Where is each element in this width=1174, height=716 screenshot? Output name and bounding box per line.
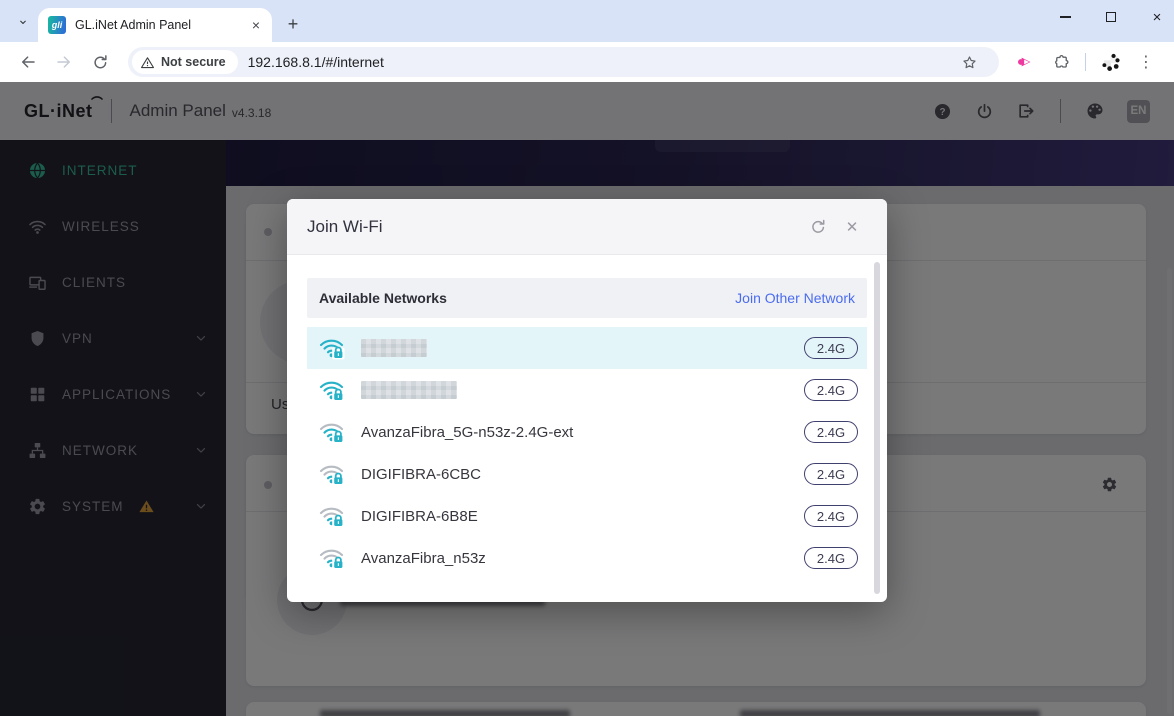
network-row[interactable]: AvanzaFibra_5G-n53z-2.4G-ext 2.4G <box>307 411 867 453</box>
reload-icon[interactable] <box>87 49 113 75</box>
network-row[interactable]: 2.4G <box>307 369 867 411</box>
band-badge: 2.4G <box>804 337 858 359</box>
network-row[interactable]: AvanzaFibra_n53z 2.4G <box>307 537 867 579</box>
favicon: gli <box>48 16 66 34</box>
browser-toolbar: Not secure 192.168.8.1/#/internet ⋮ <box>0 42 1174 82</box>
band-badge: 2.4G <box>804 421 858 443</box>
gl-inet-app: GL·iNet Admin Panel v4.3.18 ? <box>0 82 1174 716</box>
window-maximize-button[interactable] <box>1102 8 1120 26</box>
tab-search-chevron-icon[interactable]: ⌄ <box>10 6 36 32</box>
modal-header-actions: ✕ <box>809 218 861 236</box>
modal-header: Join Wi-Fi ✕ <box>287 199 887 255</box>
join-other-network-link[interactable]: Join Other Network <box>735 290 855 306</box>
extension-pink-icon[interactable] <box>1012 49 1038 75</box>
network-ssid: AvanzaFibra_n53z <box>361 550 486 567</box>
security-label: Not secure <box>161 55 226 69</box>
network-ssid: DIGIFIBRA-6B8E <box>361 508 478 525</box>
extension-dots-icon[interactable] <box>1097 49 1123 75</box>
modal-body: Available Networks Join Other Network 2.… <box>287 255 887 601</box>
band-badge: 2.4G <box>804 547 858 569</box>
band-badge: 2.4G <box>804 463 858 485</box>
network-ssid-redacted <box>361 381 457 399</box>
network-ssid-redacted <box>361 339 427 357</box>
network-ssid: DIGIFIBRA-6CBC <box>361 466 481 483</box>
available-networks-label: Available Networks <box>319 290 447 306</box>
refresh-icon[interactable] <box>809 218 827 236</box>
warning-triangle-icon <box>140 55 155 70</box>
screen: ⌄ gli GL.iNet Admin Panel × + × Not secu… <box>0 0 1174 716</box>
security-chip[interactable]: Not secure <box>132 50 238 74</box>
join-wifi-modal: Join Wi-Fi ✕ Available Networks Join Oth… <box>287 199 887 602</box>
wifi-lock-icon <box>319 420 345 444</box>
network-row[interactable]: DIGIFIBRA-6B8E 2.4G <box>307 495 867 537</box>
network-row[interactable]: 2.4G <box>307 327 867 369</box>
toolbar-divider <box>1085 53 1086 71</box>
wifi-lock-icon <box>319 546 345 570</box>
tab-close-icon[interactable]: × <box>248 17 264 33</box>
browser-tab[interactable]: gli GL.iNet Admin Panel × <box>38 8 272 42</box>
window-controls: × <box>1056 0 1166 34</box>
bookmark-star-icon[interactable] <box>956 49 982 75</box>
new-tab-button[interactable]: + <box>280 11 306 37</box>
minimize-icon <box>1060 16 1071 18</box>
network-ssid: AvanzaFibra_5G-n53z-2.4G-ext <box>361 424 573 441</box>
wifi-lock-icon <box>319 336 345 360</box>
network-list: 2.4G 2.4G AvanzaFibra_5G-n53z-2.4G-ext 2.4G… <box>307 327 867 579</box>
network-row[interactable]: DIGIFIBRA-6CBC 2.4G <box>307 453 867 495</box>
band-badge: 2.4G <box>804 505 858 527</box>
wifi-lock-icon <box>319 378 345 402</box>
browser-menu-kebab-icon[interactable]: ⋮ <box>1133 49 1159 75</box>
url-text: 192.168.8.1/#/internet <box>248 54 384 70</box>
forward-icon[interactable] <box>51 49 77 75</box>
close-icon[interactable]: ✕ <box>843 218 861 236</box>
modal-title: Join Wi-Fi <box>307 217 383 237</box>
window-minimize-button[interactable] <box>1056 8 1074 26</box>
available-networks-bar: Available Networks Join Other Network <box>307 278 867 318</box>
extensions-puzzle-icon[interactable] <box>1048 49 1074 75</box>
browser-tab-strip: ⌄ gli GL.iNet Admin Panel × + × <box>0 0 1174 42</box>
maximize-icon <box>1106 12 1116 22</box>
modal-scrollbar[interactable] <box>874 262 880 594</box>
wifi-lock-icon <box>319 462 345 486</box>
window-close-button[interactable]: × <box>1148 8 1166 26</box>
address-bar[interactable]: Not secure 192.168.8.1/#/internet <box>128 47 999 77</box>
wifi-lock-icon <box>319 504 345 528</box>
back-icon[interactable] <box>15 49 41 75</box>
band-badge: 2.4G <box>804 379 858 401</box>
tab-title: GL.iNet Admin Panel <box>75 18 248 32</box>
